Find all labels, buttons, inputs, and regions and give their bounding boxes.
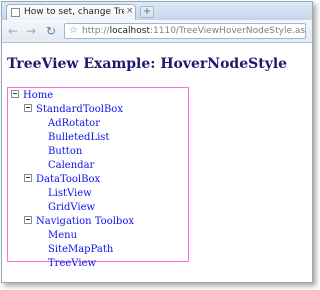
tree-leaf-node[interactable]: AdRotator	[48, 117, 100, 130]
url-host: localhost	[109, 26, 150, 36]
forward-button[interactable]: →	[24, 23, 38, 39]
arrow-right-icon: →	[25, 24, 37, 38]
close-tab-icon[interactable]: ×	[126, 6, 134, 16]
tree-node-group[interactable]: StandardToolBox	[24, 103, 123, 116]
browser-window: How to set, change TreeVi... × + ← → ↻ ☆…	[1, 1, 313, 283]
collapse-icon[interactable]	[24, 174, 32, 182]
arrow-left-icon: ←	[7, 24, 19, 38]
tree-node-label[interactable]: Home	[23, 90, 53, 101]
reload-icon: ↻	[45, 24, 57, 38]
page-icon	[11, 8, 20, 17]
address-bar[interactable]: ☆ http://localhost:1110/TreeViewHoverNod…	[64, 23, 306, 39]
tree-leaf-node[interactable]: Button	[48, 145, 82, 158]
tree-leaf-node[interactable]: ListView	[48, 187, 92, 200]
collapse-icon[interactable]	[24, 216, 32, 224]
tree-leaf-node[interactable]: Menu	[48, 229, 77, 242]
tree-view: Home StandardToolBox AdRotator BulletedL…	[7, 87, 189, 269]
new-tab-button[interactable]: +	[140, 6, 154, 18]
reload-button[interactable]: ↻	[44, 23, 58, 39]
collapse-icon[interactable]	[24, 104, 32, 112]
tree-leaf-node[interactable]: Calendar	[48, 159, 94, 172]
tree-node-group[interactable]: Navigation Toolbox	[24, 215, 134, 228]
url-path: :1110/TreeViewHoverNodeStyle.aspx	[149, 26, 306, 36]
collapse-icon[interactable]	[11, 90, 19, 98]
tree-leaf-node[interactable]: BulletedList	[48, 131, 109, 144]
tree-node-label[interactable]: Navigation Toolbox	[36, 216, 134, 227]
url-text: http://localhost:1110/TreeViewHoverNodeS…	[82, 24, 306, 38]
tree-node-label[interactable]: StandardToolBox	[36, 104, 123, 115]
tree-node-group[interactable]: DataToolBox	[24, 173, 100, 186]
tab-title: How to set, change TreeVi...	[24, 7, 124, 17]
tree-leaf-node[interactable]: TreeView	[48, 257, 96, 270]
back-button[interactable]: ←	[6, 23, 20, 39]
tree-node-label[interactable]: DataToolBox	[36, 174, 100, 185]
tree-leaf-node[interactable]: SiteMapPath	[48, 243, 113, 256]
tab-strip: How to set, change TreeVi... × +	[2, 2, 312, 20]
star-icon[interactable]: ☆	[69, 24, 78, 38]
tree-node-home[interactable]: Home	[11, 89, 53, 102]
url-scheme: http://	[82, 26, 110, 36]
page-content: TreeView Example: HoverNodeStyle Home St…	[2, 43, 312, 282]
browser-toolbar: ← → ↻ ☆ http://localhost:1110/TreeViewHo…	[2, 20, 312, 43]
page-title: TreeView Example: HoverNodeStyle	[7, 56, 288, 72]
tree-leaf-node[interactable]: GridView	[48, 201, 95, 214]
browser-tab[interactable]: How to set, change TreeVi... ×	[6, 4, 136, 20]
